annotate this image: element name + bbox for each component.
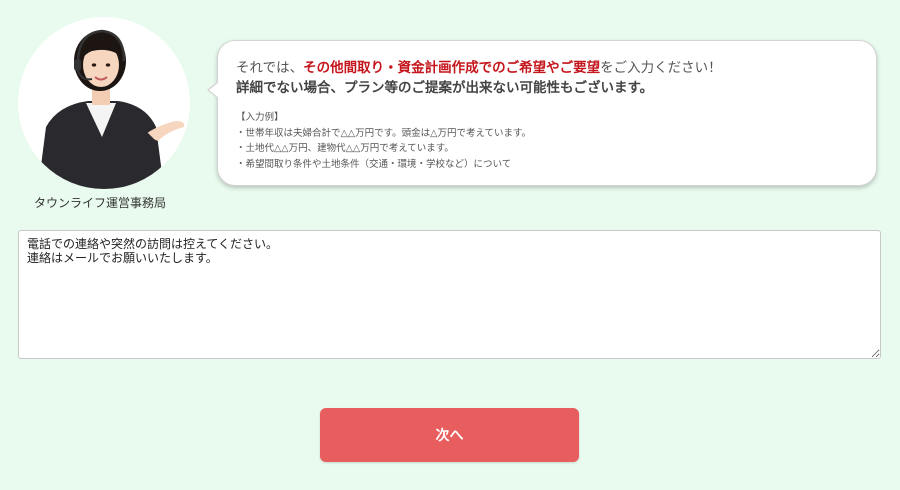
example-item: ・土地代△△万円、建物代△△万円で考えています。 (236, 143, 454, 154)
example-item: ・希望間取り条件や土地条件（交通・環境・学校など）について (236, 158, 512, 170)
instruction-emphasis: その他間取り・資金計画作成でのご希望やご要望 (303, 60, 601, 76)
instruction-notice: 詳細でない場合、プラン等のご提案が出来ない可能性もございます。 (236, 80, 654, 96)
bubble-tail (207, 81, 219, 99)
instruction-line: それでは、その他間取り・資金計画作成でのご希望やご要望をご入力ください！ (236, 59, 858, 78)
next-button[interactable]: 次へ (320, 408, 579, 462)
operator-label: タウンライフ運営事務局 (33, 196, 166, 210)
example-title: 【入力例】 (236, 112, 284, 123)
instruction-bubble: それでは、その他間取り・資金計画作成でのご希望やご要望をご入力ください！ 詳細で… (207, 40, 877, 186)
example-item: ・世帯年収は夫婦合計で△△万円です。頭金は△万円で考えています。 (236, 127, 532, 139)
request-textarea[interactable] (18, 230, 881, 359)
operator-avatar (18, 17, 190, 189)
instruction-prefix: それでは、 (236, 60, 304, 76)
instruction-suffix: をご入力ください！ (600, 60, 722, 76)
operator-headset-icon (38, 29, 185, 189)
input-example: 【入力例】 ・世帯年収は夫婦合計で△△万円です。頭金は△万円で考えています。 ・… (236, 110, 858, 172)
